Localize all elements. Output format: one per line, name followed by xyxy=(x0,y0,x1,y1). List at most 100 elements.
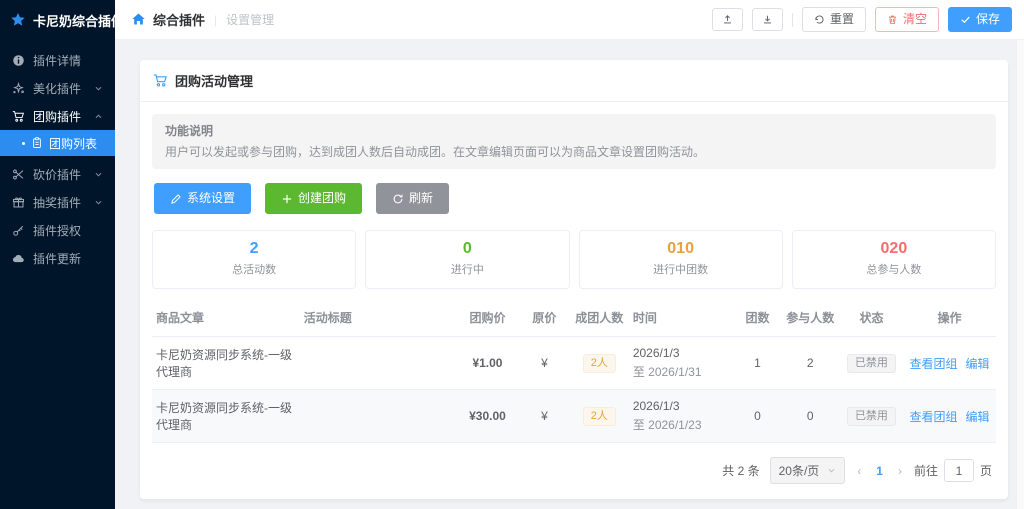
cell-time: 2026/1/3 至 2026/1/23 xyxy=(629,390,735,443)
view-groups-link[interactable]: 查看团组 xyxy=(910,410,958,424)
sidebar-item-label: 团购列表 xyxy=(49,135,97,152)
cell-original-price: ¥ xyxy=(519,390,570,443)
sidebar-item-groupbuy-list[interactable]: 团购列表 xyxy=(0,130,115,156)
pagination: 共 2 条 20条/页 ‹ 1 › 前往 页 xyxy=(152,443,996,485)
sidebar-item-bargain-plugin[interactable]: 砍价插件 xyxy=(0,160,115,188)
goto-page-input[interactable] xyxy=(944,459,974,482)
stat-value: 2 xyxy=(153,240,355,258)
page-size-value: 20条/页 xyxy=(779,462,820,479)
breadcrumb: 综合插件 | 设置管理 xyxy=(131,10,274,29)
page-content: 团购活动管理 功能说明 用户可以发起或参与团购，达到成团人数后自动成团。在文章编… xyxy=(115,40,1024,499)
groupbuy-table: 商品文章 活动标题 团购价 原价 成团人数 时间 团数 参与人数 状态 操作 xyxy=(152,299,996,443)
sidebar-item-groupbuy-plugin[interactable]: 团购插件 xyxy=(0,102,115,130)
sidebar-item-label: 插件授权 xyxy=(33,222,81,239)
cell-group-size: 2人 xyxy=(570,390,629,443)
save-button[interactable]: 保存 xyxy=(948,7,1012,32)
cell-status: 已禁用 xyxy=(840,390,903,443)
sidebar-item-label: 插件详情 xyxy=(33,52,81,69)
chevron-down-icon xyxy=(94,84,103,93)
export-button[interactable] xyxy=(712,8,743,31)
download-icon xyxy=(762,14,773,25)
group-size-badge: 2人 xyxy=(583,407,616,426)
scrollbar-track[interactable] xyxy=(1016,40,1024,509)
import-button[interactable] xyxy=(752,8,783,31)
create-groupbuy-label: 创建团购 xyxy=(298,192,346,205)
goto-prefix: 前往 xyxy=(914,462,938,479)
chevron-down-icon xyxy=(94,170,103,179)
refresh-label: 刷新 xyxy=(409,192,433,205)
edit-link[interactable]: 编辑 xyxy=(966,410,990,424)
cell-original-price: ¥ xyxy=(519,337,570,390)
sidebar-item-beautify-plugin[interactable]: 美化插件 xyxy=(0,74,115,102)
breadcrumb-primary[interactable]: 综合插件 xyxy=(153,10,205,29)
sidebar-item-lottery-plugin[interactable]: 抽奖插件 xyxy=(0,188,115,216)
clear-label: 清空 xyxy=(903,13,927,26)
key-icon xyxy=(12,224,25,237)
refresh-icon xyxy=(392,193,404,205)
current-page[interactable]: 1 xyxy=(873,464,886,478)
create-groupbuy-button[interactable]: 创建团购 xyxy=(265,183,362,214)
save-label: 保存 xyxy=(976,13,1000,26)
card-header: 团购活动管理 xyxy=(140,60,1008,102)
cell-activity-title xyxy=(300,390,456,443)
cell-article: 卡尼奶资源同步系统-一级代理商 xyxy=(152,390,300,443)
col-article: 商品文章 xyxy=(152,299,300,337)
next-page-button[interactable]: › xyxy=(896,464,904,478)
sidebar: 卡尼奶综合插件 插件详情 美化插件 团购插件 xyxy=(0,0,115,509)
edit-link[interactable]: 编辑 xyxy=(966,357,990,371)
top-header: 综合插件 | 设置管理 重置 xyxy=(115,0,1024,40)
sidebar-menu: 插件详情 美化插件 团购插件 团购列表 xyxy=(0,40,115,272)
table-header-row: 商品文章 活动标题 团购价 原价 成团人数 时间 团数 参与人数 状态 操作 xyxy=(152,299,996,337)
stat-value: 020 xyxy=(793,240,995,258)
sidebar-item-plugin-license[interactable]: 插件授权 xyxy=(0,216,115,244)
breadcrumb-secondary[interactable]: 设置管理 xyxy=(226,11,274,28)
pagination-total: 共 2 条 xyxy=(722,462,759,479)
stat-value: 010 xyxy=(580,240,782,258)
stat-label: 总参与人数 xyxy=(793,261,995,277)
col-groups: 团数 xyxy=(734,299,780,337)
sparkles-icon xyxy=(12,82,25,95)
notice-description: 用户可以发起或参与团购，达到成团人数后自动成团。在文章编辑页面可以为商品文章设置… xyxy=(165,143,983,160)
stat-in-progress: 0 进行中 xyxy=(365,230,569,289)
cell-activity-title xyxy=(300,337,456,390)
sidebar-item-plugin-details[interactable]: 插件详情 xyxy=(0,46,115,74)
refresh-button[interactable]: 刷新 xyxy=(376,183,449,214)
cell-article: 卡尼奶资源同步系统-一级代理商 xyxy=(152,337,300,390)
view-groups-link[interactable]: 查看团组 xyxy=(910,357,958,371)
cloud-icon xyxy=(12,252,25,265)
function-notice: 功能说明 用户可以发起或参与团购，达到成团人数后自动成团。在文章编辑页面可以为商… xyxy=(152,114,996,169)
status-badge: 已禁用 xyxy=(847,407,896,426)
cart-icon xyxy=(153,73,168,88)
app-title: 卡尼奶综合插件 xyxy=(33,11,124,30)
sidebar-item-plugin-update[interactable]: 插件更新 xyxy=(0,244,115,272)
chevron-up-icon xyxy=(94,112,103,121)
app-logo: 卡尼奶综合插件 xyxy=(0,0,115,40)
cell-groups: 0 xyxy=(734,390,780,443)
system-settings-label: 系统设置 xyxy=(187,192,235,205)
cell-group-size: 2人 xyxy=(570,337,629,390)
col-original-price: 原价 xyxy=(519,299,570,337)
chevron-down-icon xyxy=(94,198,103,207)
stat-cards: 2 总活动数 0 进行中 010 进行中团数 020 总参与人数 xyxy=(152,230,996,289)
cell-participants: 0 xyxy=(781,390,840,443)
header-actions: 重置 清空 保存 xyxy=(712,7,1012,32)
chevron-down-icon xyxy=(827,466,836,475)
time-start: 2026/1/3 xyxy=(633,399,731,413)
stat-label: 总活动数 xyxy=(153,261,355,277)
stat-active-groups: 010 进行中团数 xyxy=(579,230,783,289)
sidebar-item-label: 美化插件 xyxy=(33,80,81,97)
notice-title: 功能说明 xyxy=(165,122,983,139)
col-actions: 操作 xyxy=(903,299,996,337)
page-size-select[interactable]: 20条/页 xyxy=(770,457,846,484)
sidebar-item-label: 砍价插件 xyxy=(33,166,81,183)
clear-button[interactable]: 清空 xyxy=(875,7,939,32)
system-settings-button[interactable]: 系统设置 xyxy=(154,183,251,214)
time-end: 至 2026/1/23 xyxy=(633,416,731,433)
reset-button[interactable]: 重置 xyxy=(802,7,866,32)
cart-icon xyxy=(12,110,25,123)
prev-page-button[interactable]: ‹ xyxy=(855,464,863,478)
action-buttons: 系统设置 创建团购 刷新 xyxy=(154,183,994,214)
stat-total-participants: 020 总参与人数 xyxy=(792,230,996,289)
col-group-size: 成团人数 xyxy=(570,299,629,337)
goto-suffix: 页 xyxy=(980,462,992,479)
